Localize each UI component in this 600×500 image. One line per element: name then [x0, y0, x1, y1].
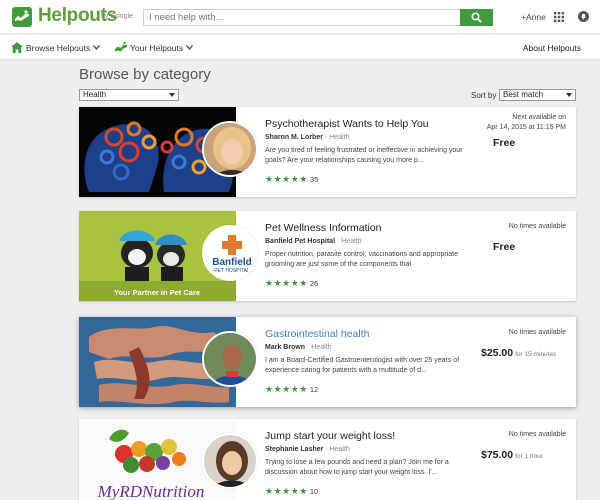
availability: Next available on Apr 14, 2015 at 11:15 …	[487, 113, 566, 133]
availability: No times available	[509, 328, 566, 338]
price-amount: $25.00	[481, 347, 514, 359]
card-author: Banfield Pet Hospital · Health	[265, 238, 361, 245]
about-helpouts-link[interactable]: About Helpouts	[523, 43, 581, 53]
thumb-caption: Your Partner in Pet Care	[114, 288, 200, 297]
card-description: Are you tired of feeling frustrated or i…	[265, 147, 463, 164]
helpout-card-pet-wellness[interactable]: Your Partner in Pet Care Banfield PET HO…	[79, 211, 576, 301]
card-description: Trying to lose a few pounds and need a p…	[265, 459, 449, 476]
price: Free	[493, 241, 516, 253]
availability-label: No times available	[508, 329, 566, 336]
browse-helpouts-menu[interactable]: Browse Helpouts	[11, 42, 101, 53]
banfield-logo-text: Banfield	[212, 257, 251, 268]
dropdown-arrow-icon	[566, 93, 572, 97]
card-author: Stephanie Lasher · Health	[265, 446, 350, 453]
card-title[interactable]: Psychotherapist Wants to Help You	[265, 118, 429, 130]
by-google-label: by Google	[101, 13, 133, 20]
rating-stars: ★★★★★ 10	[265, 486, 319, 496]
page-title: Browse by category	[79, 66, 211, 83]
search-icon	[471, 12, 482, 23]
rating-stars: ★★★★★ 26	[265, 278, 319, 288]
author-name[interactable]: Mark Brown	[265, 344, 305, 351]
author-category: · Health	[307, 344, 332, 351]
price-duration: for 15 minutes	[515, 351, 557, 358]
provider-avatar[interactable]	[202, 433, 258, 489]
card-description: I am a Board-Certified Gastroenterologis…	[265, 357, 460, 374]
nav-bar: Browse Helpouts Your Helpouts About Help…	[0, 35, 600, 60]
helpout-card-weight-loss[interactable]: MyRDNutrition Jump start your weight los…	[79, 419, 576, 500]
rating-stars: ★★★★★ 35	[265, 174, 319, 184]
chevron-down-icon	[93, 45, 101, 50]
price-duration: for 1 hour	[515, 453, 543, 460]
sort-select-value: Best match	[503, 90, 544, 99]
rating-count: 26	[309, 279, 319, 288]
search-input[interactable]	[143, 9, 460, 26]
sort-label: Sort by	[471, 91, 497, 100]
helpout-card-psychotherapist[interactable]: Psychotherapist Wants to Help You Sharon…	[79, 107, 576, 197]
category-select-value: Health	[83, 90, 107, 99]
apps-grid-icon[interactable]	[554, 12, 564, 22]
rating-count: 35	[309, 175, 319, 184]
your-helpouts-menu[interactable]: Your Helpouts	[115, 42, 194, 53]
banfield-logo-sub: PET HOSPITAL	[214, 268, 250, 274]
dropdown-arrow-icon	[169, 93, 175, 97]
thumb-caption: MyRDNutrition	[97, 482, 205, 500]
rating-count: 10	[309, 487, 319, 496]
category-select[interactable]: Health	[79, 89, 179, 101]
availability: No times available	[509, 222, 566, 232]
provider-avatar[interactable]	[202, 121, 258, 177]
helping-hand-icon	[115, 42, 127, 52]
card-title[interactable]: Gastrointestinal health	[265, 328, 369, 340]
helpouts-logo-icon[interactable]	[12, 7, 32, 27]
availability-label: Next available on	[512, 114, 566, 121]
chevron-down-icon	[186, 45, 194, 50]
availability-label: No times available	[508, 431, 566, 438]
author-category: · Health	[336, 238, 362, 245]
availability-time: Apr 14, 2015 at 11:15 PM	[486, 124, 566, 131]
browse-helpouts-label: Browse Helpouts	[26, 42, 91, 53]
author-name[interactable]: Sharon M. Lorber	[265, 134, 323, 141]
card-description: Proper nutrition, parasite control, vacc…	[265, 251, 458, 268]
price: Free	[493, 137, 516, 149]
home-icon	[11, 42, 23, 53]
user-profile-link[interactable]: +Anne	[521, 12, 546, 22]
price: $75.00 for 1 hour	[481, 449, 543, 461]
search-button[interactable]	[460, 9, 493, 26]
your-helpouts-label: Your Helpouts	[130, 42, 184, 53]
card-author: Sharon M. Lorber · Health	[265, 134, 349, 141]
price: $25.00 for 15 minutes	[481, 347, 556, 359]
card-title[interactable]: Jump start your weight loss!	[265, 430, 395, 442]
rating-count: 12	[309, 385, 319, 394]
author-name[interactable]: Stephanie Lasher	[265, 446, 323, 453]
price-amount: $75.00	[481, 449, 514, 461]
helpout-card-gastrointestinal[interactable]: Gastrointestinal health Mark Brown · Hea…	[79, 317, 576, 407]
provider-logo-avatar[interactable]: Banfield PET HOSPITAL	[202, 225, 258, 281]
notifications-bell-icon[interactable]	[578, 11, 589, 22]
availability-label: No times available	[508, 223, 566, 230]
provider-avatar[interactable]	[202, 331, 258, 387]
author-category: · Health	[324, 134, 350, 141]
rating-stars: ★★★★★ 12	[265, 384, 319, 394]
card-title[interactable]: Pet Wellness Information	[265, 222, 382, 234]
sort-select[interactable]: Best match	[499, 89, 576, 101]
author-name[interactable]: Banfield Pet Hospital	[265, 238, 335, 245]
top-bar: Helpouts by Google +Anne	[0, 0, 600, 34]
availability: No times available	[509, 430, 566, 440]
author-category: · Health	[325, 446, 350, 453]
card-author: Mark Brown · Health	[265, 344, 332, 351]
